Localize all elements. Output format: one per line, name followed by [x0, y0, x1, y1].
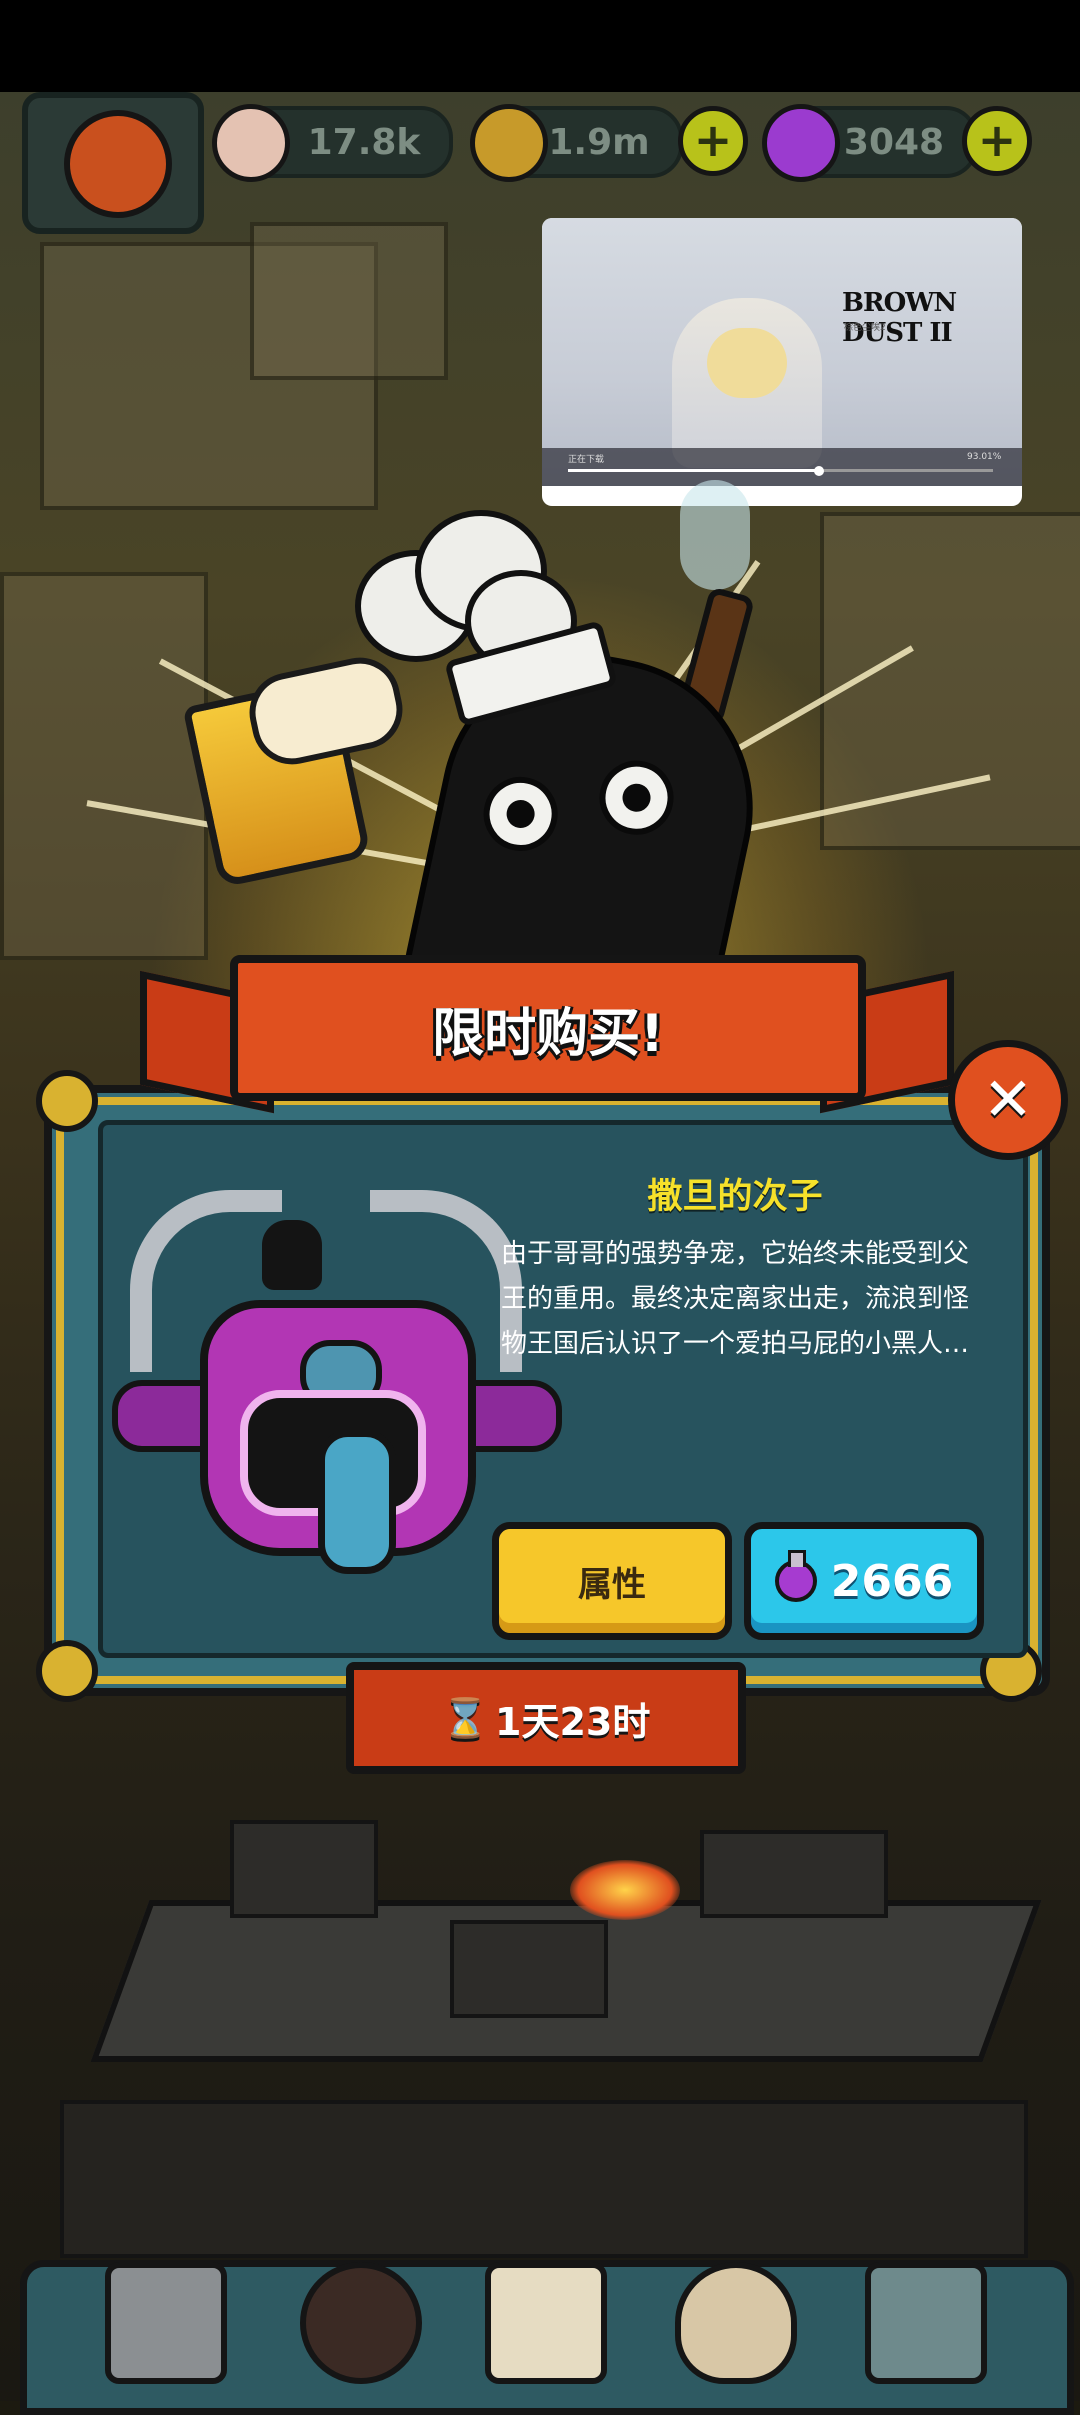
nav-book[interactable]: [475, 2252, 607, 2384]
book-icon: [485, 2262, 607, 2384]
video-progress-bar[interactable]: [568, 469, 993, 472]
buy-button[interactable]: 2666: [744, 1522, 984, 1640]
cigar-smoke: [680, 480, 750, 590]
video-percent: 93.01%: [967, 452, 1002, 462]
character-name: 撒旦的次子: [647, 1177, 823, 1217]
grid-icon: [865, 2262, 987, 2384]
close-button[interactable]: ✕: [948, 1040, 1068, 1160]
video-progress-knob[interactable]: [813, 466, 824, 476]
attributes-button[interactable]: 属性: [492, 1522, 732, 1640]
kitchen-counter: [700, 1830, 888, 1918]
nav-menu[interactable]: [855, 2252, 987, 2384]
video-progress-fill: [568, 469, 819, 472]
attributes-button-label: 属性: [578, 1564, 646, 1605]
character-description: 由于哥哥的强势争宠，它始终未能受到父王的重用。最终决定离家出走，流浪到怪物王国后…: [500, 1239, 969, 1359]
kitchen-stove: [230, 1820, 378, 1918]
coin-icon: [470, 104, 548, 182]
timer-text: 1天23时: [495, 1699, 651, 1744]
video-status: 正在下载: [568, 455, 605, 465]
timer-tab: ⌛ 1天23时: [346, 1662, 746, 1774]
video-logo: BROWN DUST II: [842, 288, 957, 348]
potion-icon: [762, 104, 840, 182]
frame-corner: [36, 1070, 98, 1132]
monster-tongue: [318, 1430, 396, 1574]
character-eye: [476, 770, 565, 858]
avatar-button[interactable]: [22, 92, 204, 234]
avatar-icon: [64, 110, 172, 218]
price-label: 2666: [830, 1555, 954, 1607]
top-hud: 17.8k 1.9m + 3048 +: [0, 92, 1080, 234]
background-building: [250, 222, 448, 380]
character-eye: [592, 753, 681, 842]
video-ad-overlay[interactable]: BROWN DUST II 棕色尘埃2 正在下载 93.01%: [542, 218, 1022, 506]
add-coins-button[interactable]: +: [678, 106, 748, 176]
add-potions-button[interactable]: +: [962, 106, 1032, 176]
monster-rider: [262, 1220, 322, 1290]
potion-icon: [774, 1550, 817, 1602]
monster-icon: [300, 2262, 422, 2384]
hourglass-icon: ⌛: [441, 1695, 489, 1740]
kitchen-counter: [450, 1920, 608, 2018]
stove-fire: [570, 1860, 680, 1920]
video-controls: 正在下载 93.01%: [542, 448, 1022, 486]
cellar-wall: [60, 2100, 1028, 2258]
nav-monsters[interactable]: [290, 2252, 422, 2384]
kitchen-icon: [105, 2262, 227, 2384]
potion-count: 3048: [843, 121, 945, 163]
status-bar: [0, 0, 1080, 92]
nav-bag[interactable]: [665, 2252, 797, 2384]
nav-kitchen[interactable]: [95, 2252, 227, 2384]
dialog-title: 限时购买!: [432, 1003, 664, 1064]
background-building: [0, 572, 208, 960]
eyeball-icon: [212, 104, 290, 182]
eyeball-count: 17.8k: [307, 121, 421, 163]
close-icon: ✕: [982, 1065, 1034, 1135]
video-character-hair: [707, 328, 787, 398]
video-subtitle: 棕色尘埃2: [844, 323, 886, 333]
coin-count: 1.9m: [548, 121, 650, 163]
bag-icon: [675, 2262, 797, 2384]
frame-corner: [36, 1640, 98, 1702]
